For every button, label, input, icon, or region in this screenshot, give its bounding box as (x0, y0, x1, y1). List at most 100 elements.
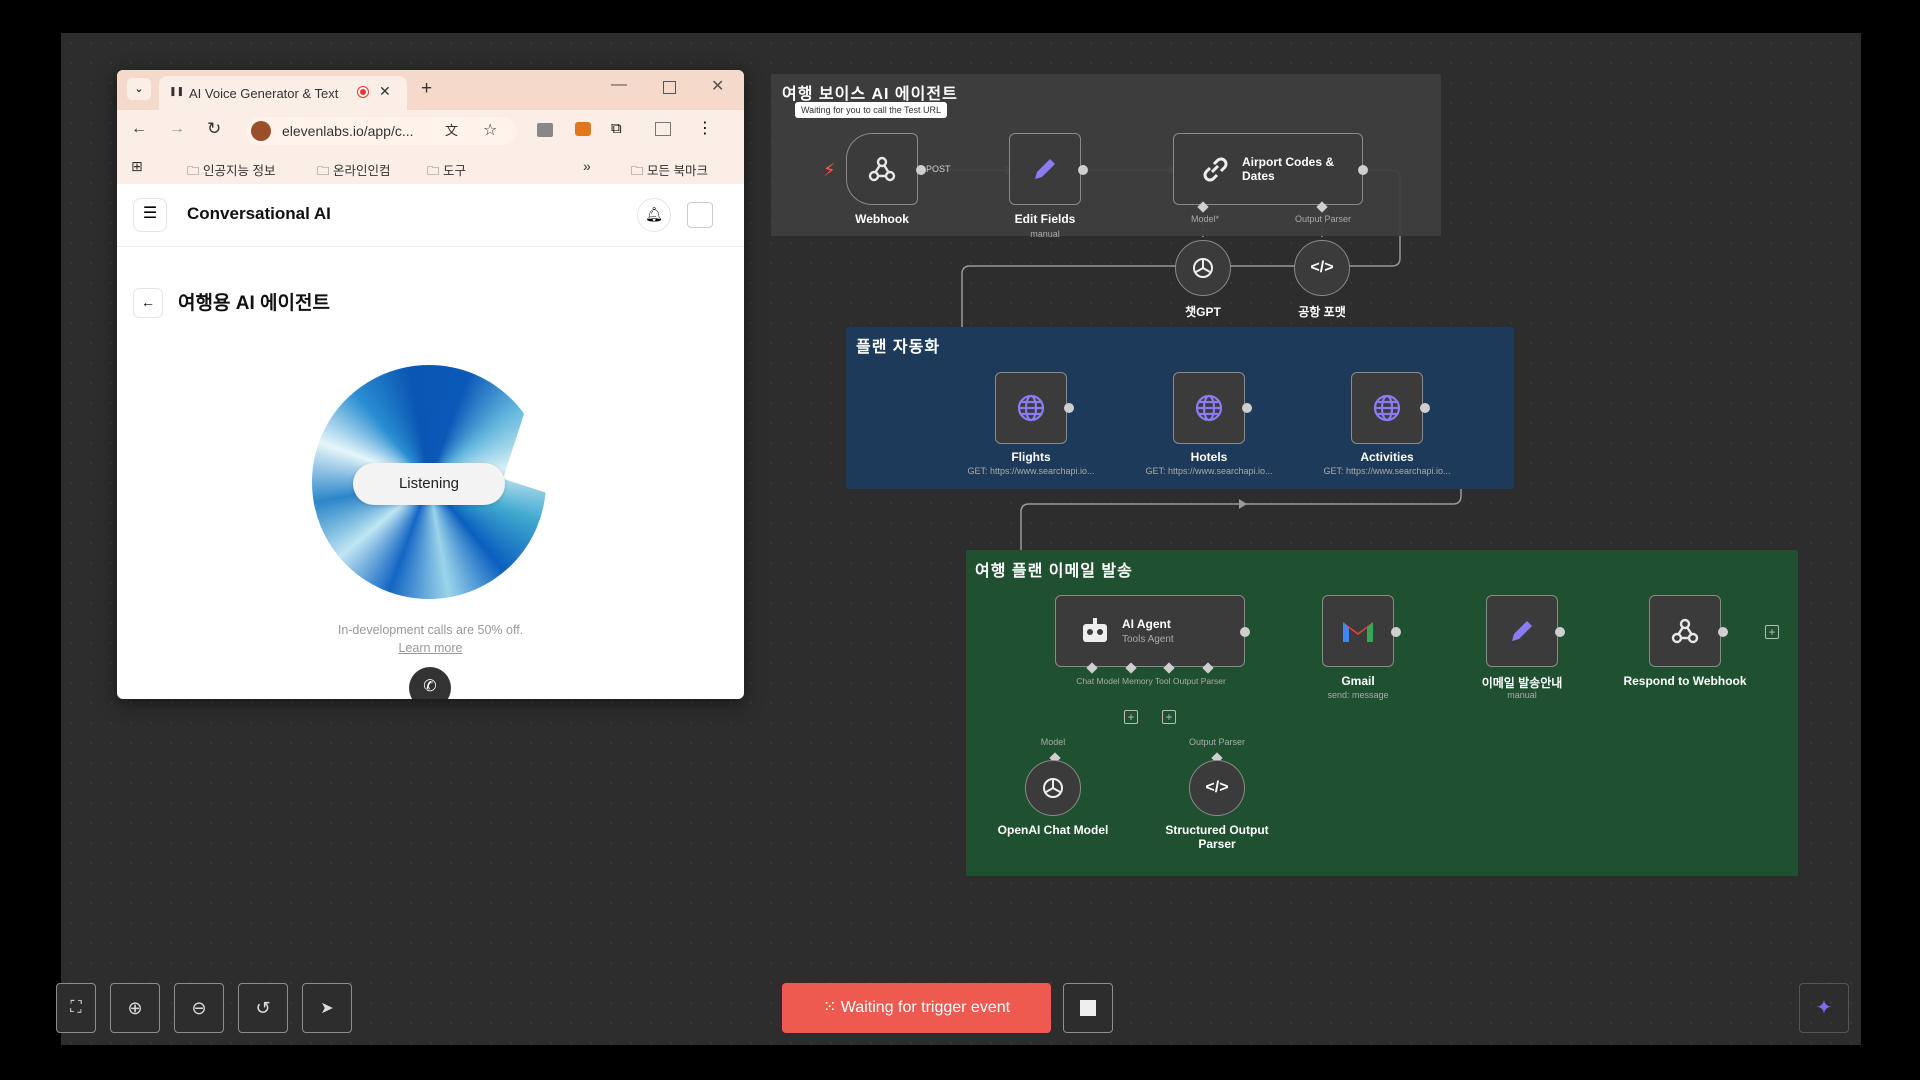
spinner-icon: ⁙ (822, 999, 841, 1016)
add-node-button[interactable]: + (1765, 625, 1779, 639)
code-icon: </> (1310, 259, 1334, 276)
menu-icon[interactable]: ☰ (133, 198, 167, 232)
zoom-in-icon: ⊕ (127, 997, 143, 1018)
node-sub: manual (1507, 690, 1537, 700)
audio-icon: ❚❚ (169, 86, 185, 96)
fit-view-button[interactable]: ⛶ (56, 983, 96, 1033)
puzzle-icon[interactable]: ⧉ (611, 120, 622, 137)
email-notice-node[interactable] (1486, 595, 1558, 667)
output-port[interactable] (1242, 403, 1252, 413)
output-port[interactable] (1358, 165, 1368, 175)
hotels-node[interactable] (1173, 372, 1245, 444)
ai-agent-node[interactable]: AI Agent Tools Agent (1055, 595, 1245, 667)
menu-kebab-icon[interactable]: ⋮ (697, 118, 713, 138)
back-icon[interactable]: ← (131, 120, 147, 138)
bookmark-folder[interactable]: 🗀 인공지능 정보 (187, 160, 275, 183)
link-icon (1203, 157, 1228, 182)
trigger-bolt-icon: ⚡ (823, 160, 836, 180)
pencil-icon (1035, 159, 1055, 179)
test-url-tooltip: Waiting for you to call the Test URL (795, 102, 948, 118)
all-bookmarks[interactable]: 🗀 모든 북마크 (631, 160, 708, 183)
bookmark-folder[interactable]: 🗀 온라인인컴 (317, 160, 391, 183)
metamask-icon[interactable] (575, 122, 591, 136)
close-tab-icon[interactable]: ✕ (379, 83, 391, 100)
close-window-icon[interactable]: ✕ (711, 76, 724, 96)
port-label: Model* (1190, 214, 1219, 224)
structured-output-node[interactable]: </> (1189, 760, 1245, 816)
add-memory-button[interactable]: + (1124, 710, 1138, 724)
add-tool-button[interactable]: + (1162, 710, 1176, 724)
url-input[interactable]: elevenlabs.io/app/c... 文 ☆ (247, 117, 517, 145)
end-call-icon[interactable]: ✆ (409, 667, 451, 699)
output-port[interactable] (1420, 403, 1430, 413)
bell-icon[interactable]: 🔔︎ (637, 198, 671, 232)
tab-search-chevron-icon[interactable]: ⌄ (127, 78, 151, 100)
ai-assistant-button[interactable]: ✦ (1799, 983, 1849, 1033)
new-tab-button[interactable]: + (421, 78, 432, 100)
waiting-trigger-button[interactable]: ⁙ Waiting for trigger event (782, 983, 1051, 1033)
zoom-out-button[interactable]: ⊖ (174, 983, 224, 1033)
cursor-icon: ➤ (320, 1000, 334, 1017)
node-sub: manual (1030, 229, 1060, 239)
node-label: Flights (1011, 450, 1051, 464)
output-port[interactable] (1391, 627, 1401, 637)
avatar[interactable] (687, 202, 713, 228)
node-label: 이메일 발송안내 (1481, 676, 1563, 690)
learn-more-link[interactable]: Learn more (117, 641, 744, 655)
node-label: Edit Fields (1014, 212, 1076, 226)
stop-button[interactable] (1063, 983, 1113, 1033)
group-title: 여행 보이스 AI 에이전트 (782, 86, 958, 103)
tidy-up-button[interactable]: ➤ (302, 983, 352, 1033)
output-port[interactable] (1718, 627, 1728, 637)
output-port[interactable] (1064, 403, 1074, 413)
zoom-in-button[interactable]: ⊕ (110, 983, 160, 1033)
extension-icon[interactable] (537, 123, 553, 137)
globe-icon (1195, 394, 1223, 422)
group-title: 플랜 자동화 (856, 339, 941, 356)
bookmarks-overflow[interactable]: » (583, 158, 591, 174)
bookmark-star-icon[interactable]: ☆ (483, 117, 497, 145)
node-label: Hotels (1190, 450, 1228, 464)
robot-icon (1083, 618, 1107, 642)
pencil-icon (1512, 621, 1532, 641)
edge-label: POST (926, 164, 951, 174)
node-label: 공항 포맷 (1298, 305, 1346, 319)
airport-codes-node[interactable]: Airport Codes & Dates (1173, 133, 1363, 205)
reload-icon[interactable]: ↻ (207, 119, 221, 139)
output-port[interactable] (1078, 165, 1088, 175)
maximize-icon[interactable] (663, 81, 676, 94)
browser-tab[interactable]: ❚❚ AI Voice Generator & Text ✕ (159, 76, 407, 110)
node-sub: send: message (1327, 690, 1389, 700)
minimize-icon[interactable]: — (611, 76, 627, 94)
apps-grid-icon[interactable]: ⊞ (131, 158, 143, 175)
openai-icon (1193, 258, 1213, 278)
edit-fields-node[interactable] (1009, 133, 1081, 205)
node-label: Structured Output Parser (1165, 823, 1269, 851)
bookmark-folder[interactable]: 🗀 도구 (427, 160, 466, 183)
node-sub: GET: https://www.searchapi.io... (967, 466, 1095, 476)
chatgpt-node[interactable] (1175, 240, 1231, 296)
translate-icon[interactable]: 文 (445, 117, 458, 145)
url-text: elevenlabs.io/app/c... (282, 123, 414, 139)
profile-icon[interactable] (655, 122, 671, 136)
respond-webhook-node[interactable] (1649, 595, 1721, 667)
tab-title: AI Voice Generator & Text (189, 86, 339, 101)
app-title: Conversational AI (187, 204, 331, 223)
zoom-out-icon: ⊖ (191, 997, 207, 1018)
airport-format-node[interactable]: </> (1294, 240, 1350, 296)
openai-icon (1043, 778, 1063, 798)
forward-icon[interactable]: → (169, 120, 185, 138)
port-label: Output Parser (1294, 214, 1352, 224)
gmail-node[interactable] (1322, 595, 1394, 667)
flights-node[interactable] (995, 372, 1067, 444)
activities-node[interactable] (1351, 372, 1423, 444)
reset-zoom-button[interactable]: ↺ (238, 983, 288, 1033)
output-port[interactable] (1555, 627, 1565, 637)
node-label: OpenAI Chat Model (997, 823, 1109, 837)
output-port[interactable] (1240, 627, 1250, 637)
back-arrow-icon[interactable]: ← (133, 288, 163, 318)
output-port[interactable] (916, 165, 926, 175)
undo-icon: ↺ (255, 997, 271, 1018)
openai-chat-model-node[interactable] (1025, 760, 1081, 816)
webhook-node[interactable] (846, 133, 918, 205)
